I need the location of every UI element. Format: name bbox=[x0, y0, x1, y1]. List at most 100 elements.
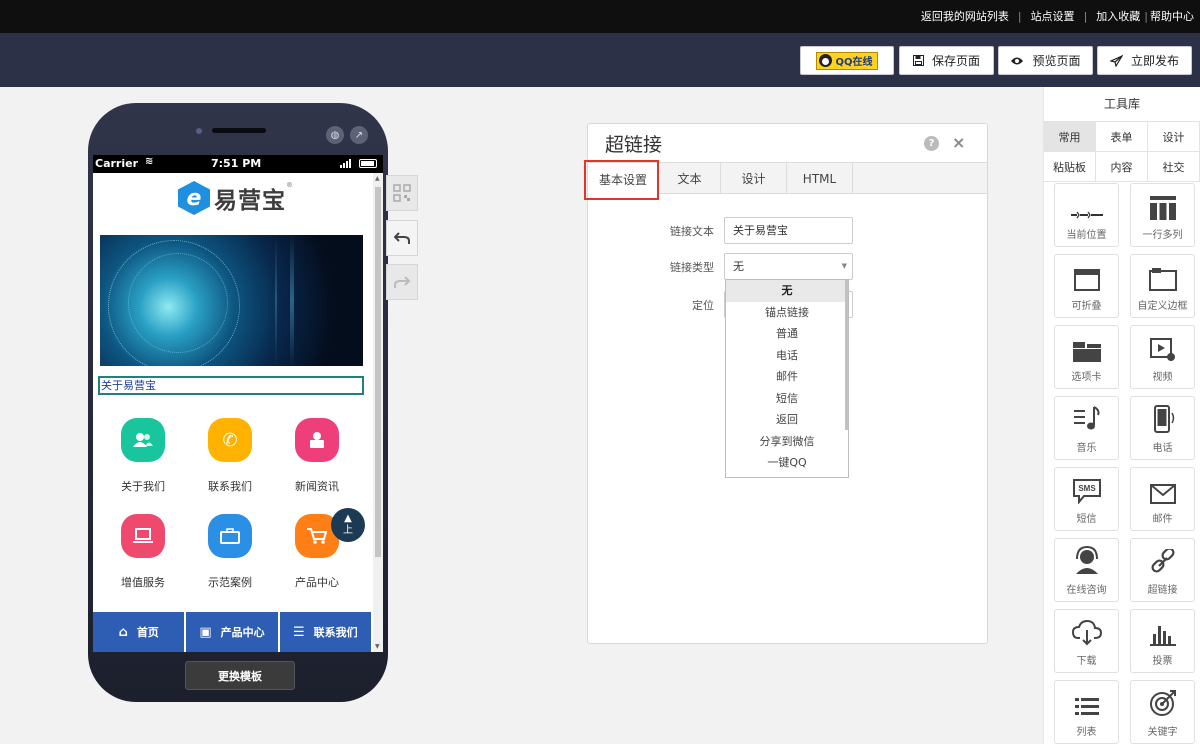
tool-breadcrumb[interactable]: 当前位置 bbox=[1054, 183, 1119, 247]
nav-contact[interactable]: ☰ 联系我们 bbox=[279, 612, 371, 652]
tool-online-consult[interactable]: 在线咨询 bbox=[1054, 538, 1119, 602]
tab-content[interactable]: 内容 bbox=[1096, 152, 1148, 182]
dialog-title: 超链接 bbox=[605, 134, 663, 156]
grid-item-news[interactable]: 新闻资讯 bbox=[273, 418, 361, 494]
qrcode-icon[interactable] bbox=[386, 175, 418, 211]
tool-phone[interactable]: 电话 bbox=[1130, 396, 1195, 460]
nav-home[interactable]: ⌂ 首页 bbox=[93, 612, 185, 652]
list-icon bbox=[1055, 681, 1118, 717]
about-link-selected[interactable]: 关于易营宝 bbox=[98, 376, 364, 395]
scroll-up-icon[interactable]: ▲ bbox=[375, 175, 380, 182]
grid-item-services[interactable]: 增值服务 bbox=[99, 514, 187, 590]
phone-speaker bbox=[212, 128, 266, 133]
grid-item-about[interactable]: 关于我们 bbox=[99, 418, 187, 494]
phone-camera bbox=[196, 128, 202, 134]
change-template-button[interactable]: 更换模板 bbox=[185, 661, 295, 690]
tool-download[interactable]: 下载 bbox=[1054, 609, 1119, 673]
link-type-select[interactable]: 无 ▼ bbox=[724, 253, 853, 280]
support-icon bbox=[1055, 539, 1118, 575]
tool-label: 一行多列 bbox=[1142, 230, 1183, 241]
dropdown-option[interactable]: 分享到微信 bbox=[726, 431, 848, 453]
save-page-button[interactable]: 保存页面 bbox=[899, 46, 994, 75]
logo-text: 易营宝 bbox=[214, 188, 286, 214]
grid-item-cases[interactable]: 示范案例 bbox=[186, 514, 274, 590]
tool-vote[interactable]: 投票 bbox=[1130, 609, 1195, 673]
tool-mail[interactable]: 邮件 bbox=[1130, 467, 1195, 531]
link-type-dropdown: 无 锚点链接 普通 电话 邮件 短信 返回 分享到微信 一键QQ bbox=[725, 279, 849, 478]
tab-design[interactable]: 设计 bbox=[721, 163, 787, 194]
editor-toolbar: QQ在线 保存页面 预览页面 立即发布 bbox=[0, 33, 1200, 87]
tool-sms[interactable]: SMS 短信 bbox=[1054, 467, 1119, 531]
video-icon bbox=[1131, 326, 1194, 362]
dropdown-option[interactable]: 无 bbox=[726, 280, 848, 302]
preview-page-button[interactable]: 预览页面 bbox=[998, 46, 1093, 75]
status-bar: Carrier ≋ 7:51 PM bbox=[93, 155, 383, 173]
dialog-tabs: 基本设置 文本 设计 HTML bbox=[588, 162, 987, 195]
breadcrumb-icon bbox=[1055, 184, 1118, 220]
list-icon: ☰ bbox=[292, 624, 305, 640]
tool-label: 自定义边框 bbox=[1137, 301, 1188, 312]
back-to-top-button[interactable]: ▲ 上 bbox=[331, 508, 365, 542]
help-icon[interactable]: ? bbox=[924, 136, 939, 151]
tool-video[interactable]: 视频 bbox=[1130, 325, 1195, 389]
tool-hyperlink[interactable]: 超链接 bbox=[1130, 538, 1195, 602]
tool-music[interactable]: 音乐 bbox=[1054, 396, 1119, 460]
nav-label: 产品中心 bbox=[220, 626, 265, 639]
dropdown-scrollbar[interactable] bbox=[845, 280, 848, 430]
tab-common[interactable]: 常用 bbox=[1044, 122, 1096, 152]
site-settings-link[interactable]: 站点设置 bbox=[1031, 8, 1075, 24]
scroll-down-icon[interactable]: ▼ bbox=[375, 643, 380, 650]
publish-now-button[interactable]: 立即发布 bbox=[1097, 46, 1192, 75]
tab-form[interactable]: 表单 bbox=[1096, 122, 1148, 152]
dropdown-option[interactable]: 锚点链接 bbox=[726, 302, 848, 324]
scroll-thumb[interactable] bbox=[375, 187, 381, 557]
tool-tabs[interactable]: 选项卡 bbox=[1054, 325, 1119, 389]
back-to-sites-link[interactable]: 返回我的网站列表 bbox=[921, 8, 1009, 24]
tab-text[interactable]: 文本 bbox=[659, 163, 721, 194]
dropdown-option[interactable]: 电话 bbox=[726, 345, 848, 367]
undo-icon[interactable] bbox=[386, 220, 418, 256]
add-favorite-link[interactable]: 加入收藏 bbox=[1096, 8, 1140, 24]
tab-social[interactable]: 社交 bbox=[1148, 152, 1200, 182]
tool-list[interactable]: 列表 bbox=[1054, 680, 1119, 744]
dropdown-option[interactable]: 普通 bbox=[726, 323, 848, 345]
link-icon bbox=[1131, 539, 1194, 575]
signal-icon bbox=[340, 159, 351, 168]
send-icon bbox=[1109, 54, 1123, 67]
site-logo[interactable]: e 易营宝® bbox=[178, 181, 294, 215]
qq-online-button[interactable]: QQ在线 bbox=[800, 46, 894, 75]
tool-label: 邮件 bbox=[1152, 514, 1173, 525]
help-center-link[interactable]: 帮助中心 bbox=[1150, 8, 1194, 24]
tool-keyword[interactable]: 关键字 bbox=[1130, 680, 1195, 744]
wechat-icon[interactable]: ◍ bbox=[326, 126, 344, 144]
tool-collapsible[interactable]: 可折叠 bbox=[1054, 254, 1119, 318]
tool-library: 工具库 常用 表单 设计 粘贴板 内容 社交 当前位置 一行多列 可折叠 自定义… bbox=[1043, 87, 1200, 744]
tab-html[interactable]: HTML bbox=[787, 163, 853, 194]
dropdown-option[interactable]: 邮件 bbox=[726, 366, 848, 388]
tool-label: 超链接 bbox=[1147, 585, 1178, 596]
globe-ring bbox=[128, 253, 228, 353]
tab-basic-settings[interactable]: 基本设置 bbox=[588, 163, 659, 195]
tab-design[interactable]: 设计 bbox=[1148, 122, 1200, 152]
nav-products[interactable]: ▣ 产品中心 bbox=[186, 612, 278, 652]
banner-image[interactable] bbox=[100, 235, 363, 366]
phone-scrollbar[interactable]: ▲ ▼ bbox=[373, 173, 383, 652]
keyword-icon bbox=[1131, 681, 1194, 717]
tab-clipboard[interactable]: 粘贴板 bbox=[1044, 152, 1096, 182]
link-text-input[interactable]: 关于易营宝 bbox=[724, 217, 853, 244]
dropdown-option[interactable]: 一键QQ bbox=[726, 452, 848, 474]
stats-icon[interactable]: ↗ bbox=[350, 126, 368, 144]
publish-now-label: 立即发布 bbox=[1130, 54, 1179, 68]
dropdown-option[interactable]: 短信 bbox=[726, 388, 848, 410]
divider: | bbox=[1144, 9, 1148, 23]
close-icon[interactable]: × bbox=[952, 133, 965, 152]
tool-custom-border[interactable]: 自定义边框 bbox=[1130, 254, 1195, 318]
redo-icon[interactable] bbox=[386, 264, 418, 300]
battery-icon bbox=[359, 159, 377, 168]
border-icon bbox=[1131, 255, 1194, 291]
grid-item-label: 增值服务 bbox=[121, 576, 165, 589]
tool-label: 视频 bbox=[1152, 372, 1173, 383]
tool-columns[interactable]: 一行多列 bbox=[1130, 183, 1195, 247]
grid-item-contact[interactable]: ✆ 联系我们 bbox=[186, 418, 274, 494]
dropdown-option[interactable]: 返回 bbox=[726, 409, 848, 431]
